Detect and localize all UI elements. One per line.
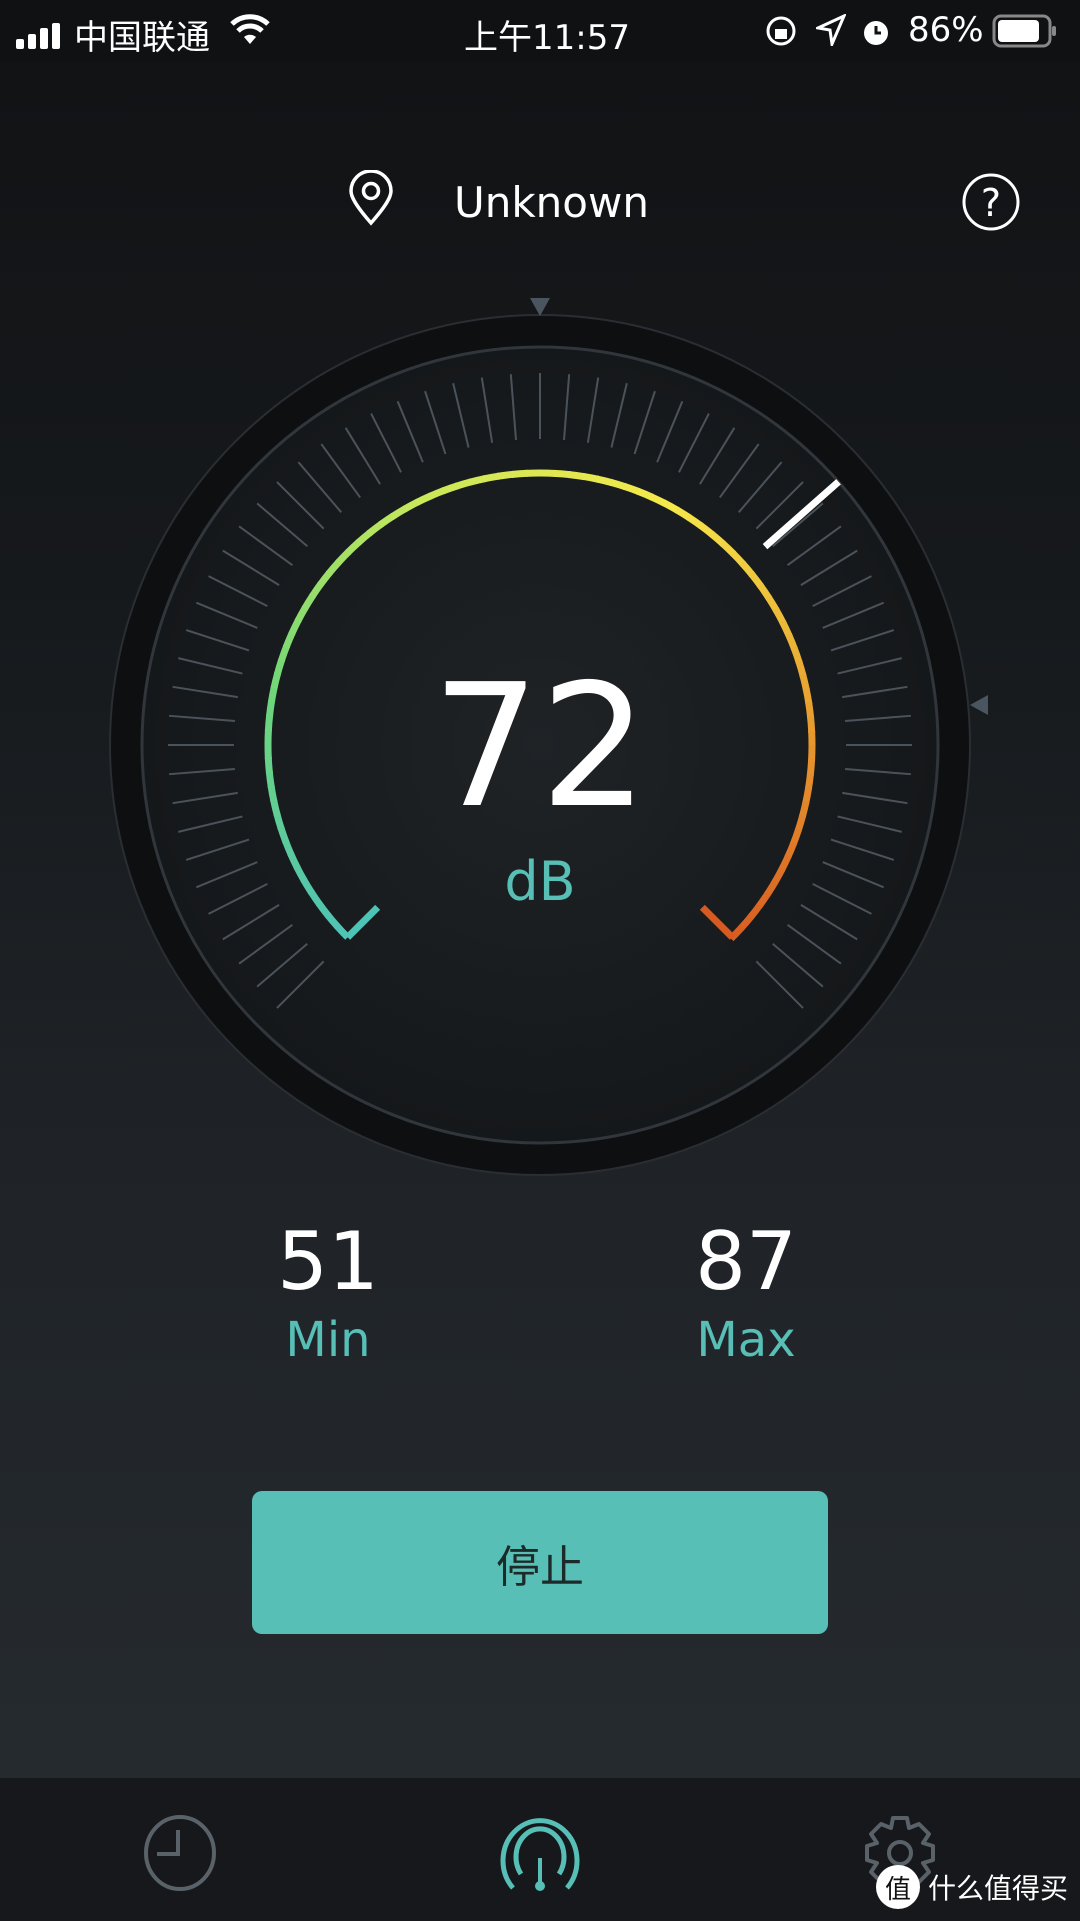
arc-segment [482, 472, 500, 483]
watermark-text: 什么值得买 [927, 1872, 1068, 1905]
min-label: Min [285, 1312, 371, 1368]
time: 上午11:57 [464, 18, 630, 58]
db-unit: dB [504, 850, 576, 913]
watermark: 值 什么值得买 [875, 1865, 1068, 1909]
location-name: Unknown [454, 178, 649, 227]
battery-icon [992, 14, 1058, 57]
min-value: 51 [277, 1215, 379, 1308]
signal-icon [16, 18, 62, 58]
arc-segment [454, 478, 473, 490]
location-pin-icon [348, 169, 394, 234]
min-stat: 51 Min [178, 1215, 478, 1368]
wifi-icon [230, 14, 270, 55]
top-marker-icon [530, 298, 550, 316]
bottom-nav: 值 什么值得买 [0, 1778, 1080, 1921]
arc-segment [581, 472, 600, 483]
battery-percent: 86% [908, 10, 984, 50]
help-button[interactable]: ? [962, 173, 1020, 237]
svg-text:?: ? [981, 181, 1001, 225]
arc-segment [511, 469, 528, 478]
max-value: 87 [695, 1215, 797, 1308]
max-stat: 87 Max [596, 1215, 896, 1368]
nav-history-clock-icon[interactable] [135, 1808, 225, 1898]
status-bar: 中国联通 上午11:57 86% [0, 0, 1080, 62]
arc-segment [595, 475, 614, 487]
alarm-icon [860, 14, 892, 57]
watermark-badge: 值 [875, 1865, 920, 1909]
arc-segment [468, 475, 487, 486]
stop-button[interactable]: 停止 [252, 1491, 828, 1634]
rotation-lock-icon [764, 14, 798, 57]
arc-segment [554, 469, 571, 479]
carrier: 中国联通 [74, 18, 210, 58]
max-label: Max [696, 1312, 796, 1368]
arc-segment [609, 478, 627, 491]
nav-meter-gauge-icon[interactable] [495, 1808, 585, 1898]
location-arrow-icon [812, 13, 847, 55]
arc-segment [568, 471, 585, 481]
db-value: 72 [431, 648, 649, 846]
arc-segment [496, 470, 514, 480]
